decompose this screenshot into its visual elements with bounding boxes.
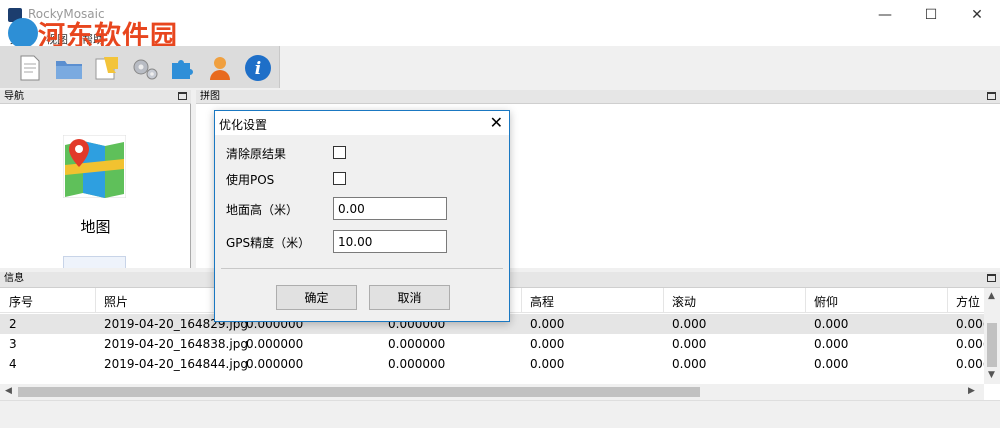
dialog-title-bar[interactable]: 优化设置 ✕ <box>215 111 509 135</box>
info-panel-maximize-icon[interactable] <box>987 274 996 282</box>
svg-text:i: i <box>255 59 261 79</box>
cell-roll: 0.000 <box>672 317 707 331</box>
col-header-elevation[interactable]: 高程 <box>530 293 554 310</box>
nav-panel-title: 导航 <box>4 91 24 102</box>
ok-button[interactable]: 确定 <box>276 285 357 310</box>
cell-index: 2 <box>9 317 17 331</box>
settings-gears-icon[interactable] <box>131 54 159 82</box>
use-pos-label: 使用POS <box>226 173 275 187</box>
menu-help[interactable]: 帮助 <box>82 31 104 47</box>
app-icon <box>8 8 22 22</box>
column-divider[interactable] <box>521 288 522 313</box>
cell-heading: 0.00( <box>956 317 988 331</box>
user-icon[interactable] <box>206 54 234 82</box>
menu-bar: 文件 视图 帮助 <box>0 30 1000 46</box>
scroll-down-icon[interactable]: ▼ <box>988 370 995 380</box>
ground-height-label: 地面高（米） <box>226 203 299 217</box>
nav-panel: 地图 <box>0 104 191 268</box>
app-window: RockyMosaic — ☐ ✕ 文件 视图 帮助 河东软件园 www.pc0… <box>0 0 1000 428</box>
import-icon[interactable] <box>93 54 121 82</box>
cell-elevation: 0.000 <box>530 337 565 351</box>
ground-height-input[interactable] <box>333 197 447 220</box>
menu-file[interactable]: 文件 <box>10 31 32 47</box>
column-divider[interactable] <box>663 288 664 313</box>
dialog-title: 优化设置 <box>219 118 268 132</box>
col-header-index[interactable]: 序号 <box>9 293 33 310</box>
new-doc-icon[interactable] <box>16 54 44 82</box>
cell-index: 3 <box>9 337 17 351</box>
table-row[interactable]: 4 2019-04-20_164844.jpg 0.000000 0.00000… <box>0 354 988 374</box>
horizontal-scrollbar[interactable]: ◀ ▶ <box>0 384 984 400</box>
status-bar <box>0 400 1000 428</box>
second-thumbnail-icon[interactable] <box>63 256 126 268</box>
clear-results-label: 清除原结果 <box>226 147 287 161</box>
cell-heading: 0.00( <box>956 337 988 351</box>
cell-value: 0.000000 <box>246 357 304 371</box>
menu-view[interactable]: 视图 <box>46 31 68 47</box>
cell-pitch: 0.000 <box>814 317 849 331</box>
horizontal-scroll-thumb[interactable] <box>18 387 700 397</box>
puzzle-icon[interactable] <box>168 54 196 82</box>
column-divider[interactable] <box>95 288 96 313</box>
col-header-pitch[interactable]: 俯仰 <box>814 293 838 310</box>
map-icon[interactable] <box>62 134 127 199</box>
maximize-button[interactable]: ☐ <box>908 0 954 30</box>
minimize-button[interactable]: — <box>862 0 908 30</box>
cell-elevation: 0.000 <box>530 357 565 371</box>
info-panel-title: 信息 <box>4 273 24 284</box>
gps-accuracy-label: GPS精度（米） <box>226 236 311 250</box>
dialog-close-icon[interactable]: ✕ <box>490 113 503 132</box>
col-header-heading[interactable]: 方位 <box>956 293 980 310</box>
gps-accuracy-input[interactable] <box>333 230 447 253</box>
mosaic-panel-header: 拼图 <box>196 90 1000 104</box>
mosaic-panel-maximize-icon[interactable] <box>987 92 996 100</box>
table-row[interactable]: 3 2019-04-20_164838.jpg 0.000000 0.00000… <box>0 334 988 354</box>
col-header-photo[interactable]: 照片 <box>104 293 128 310</box>
clear-results-checkbox[interactable] <box>333 146 346 159</box>
toolbar: i <box>0 46 280 88</box>
cell-value: 0.000000 <box>388 337 446 351</box>
window-title: RockyMosaic <box>28 7 105 21</box>
cell-roll: 0.000 <box>672 337 707 351</box>
map-label: 地图 <box>80 218 111 236</box>
cell-roll: 0.000 <box>672 357 707 371</box>
cell-elevation: 0.000 <box>530 317 565 331</box>
cell-pitch: 0.000 <box>814 357 849 371</box>
dialog-separator <box>221 268 503 269</box>
cancel-button[interactable]: 取消 <box>369 285 450 310</box>
info-icon[interactable]: i <box>244 54 272 82</box>
scroll-right-icon[interactable]: ▶ <box>968 386 975 396</box>
column-divider[interactable] <box>805 288 806 313</box>
cell-photo: 2019-04-20_164838.jpg <box>104 337 248 351</box>
toolbar-empty-area <box>280 46 1000 88</box>
cell-heading: 0.00( <box>956 357 988 371</box>
use-pos-checkbox[interactable] <box>333 172 346 185</box>
nav-panel-maximize-icon[interactable] <box>178 92 187 100</box>
scroll-up-icon[interactable]: ▲ <box>988 291 995 301</box>
cell-photo: 2019-04-20_164844.jpg <box>104 357 248 371</box>
cell-value: 0.000000 <box>388 357 446 371</box>
scroll-left-icon[interactable]: ◀ <box>5 386 12 396</box>
cell-index: 4 <box>9 357 17 371</box>
col-header-roll[interactable]: 滚动 <box>672 293 696 310</box>
title-bar: RockyMosaic — ☐ ✕ <box>0 0 1000 30</box>
cell-pitch: 0.000 <box>814 337 849 351</box>
column-divider[interactable] <box>947 288 948 313</box>
nav-panel-header: 导航 <box>0 90 191 104</box>
mosaic-panel-title: 拼图 <box>200 91 220 102</box>
cell-value: 0.000000 <box>246 337 304 351</box>
vertical-scroll-thumb[interactable] <box>987 323 997 367</box>
vertical-scrollbar[interactable]: ▲ ▼ <box>984 288 1000 384</box>
open-folder-icon[interactable] <box>55 54 83 82</box>
close-button[interactable]: ✕ <box>954 0 1000 30</box>
optimize-settings-dialog: 优化设置 ✕ 清除原结果 使用POS 地面高（米） GPS精度（米） 确定 取消 <box>214 110 510 322</box>
